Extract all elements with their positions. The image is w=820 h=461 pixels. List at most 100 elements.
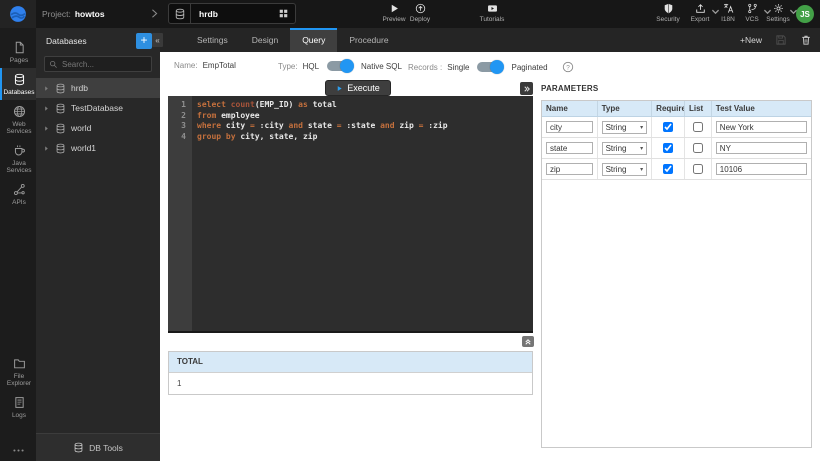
code-token: (EMP_ID) <box>255 100 298 109</box>
param-type-select[interactable]: String▾ <box>602 163 648 176</box>
database-name: hrdb <box>71 83 88 93</box>
rail-bottom-items: File Explorer Logs <box>0 352 36 423</box>
records-label: Records : <box>408 63 442 72</box>
param-list-checkbox[interactable] <box>693 143 703 153</box>
code-token: select <box>197 100 231 109</box>
param-name-input[interactable] <box>546 121 593 133</box>
db-tools-button[interactable]: DB Tools <box>36 433 160 461</box>
code-token: count <box>231 100 255 109</box>
db-icon <box>13 73 26 86</box>
type-option-native-sql[interactable]: Native SQL <box>361 62 402 71</box>
sql-editor[interactable]: 1234 select count(EMP_ID) as totalfrom e… <box>168 96 533 333</box>
line-number: 2 <box>168 111 186 122</box>
param-type-cell: String▾ <box>598 138 653 158</box>
code-line: from employee <box>197 111 533 122</box>
param-name-input[interactable] <box>546 142 593 154</box>
topbar-action-settings[interactable]: Settings <box>762 3 794 23</box>
rail-item-label: Java Services <box>2 160 36 174</box>
rail-item-web-services[interactable]: Web Services <box>0 100 36 139</box>
database-icon <box>55 123 66 134</box>
topbar-action-label: VCS <box>745 16 758 23</box>
tab-settings[interactable]: Settings <box>185 28 240 52</box>
project-label: Project: <box>42 9 71 19</box>
topbar-action-tutorials[interactable]: Tutorials <box>476 3 508 23</box>
topbar-action-label: I18N <box>721 16 735 23</box>
line-number: 1 <box>168 100 186 111</box>
database-tree-item-hrdb[interactable]: hrdb <box>36 78 160 98</box>
editor-code[interactable]: select count(EMP_ID) as totalfrom employ… <box>192 96 533 143</box>
grid-icon[interactable] <box>278 8 289 19</box>
param-list-cell <box>685 138 712 158</box>
rail-item-java-services[interactable]: Java Services <box>0 139 36 178</box>
save-icon[interactable] <box>775 34 787 46</box>
type-toggle[interactable] <box>327 61 353 71</box>
param-test-value-input[interactable] <box>716 142 807 154</box>
topbar-action-label: Tutorials <box>480 16 505 23</box>
database-selector[interactable]: hrdb <box>168 3 296 24</box>
execute-button[interactable]: Execute <box>325 80 391 96</box>
param-type-select[interactable]: String▾ <box>602 142 648 155</box>
code-token: employee <box>216 111 259 120</box>
database-search[interactable] <box>44 56 152 72</box>
database-tree-item-world1[interactable]: world1 <box>36 138 160 158</box>
param-list-cell <box>685 159 712 179</box>
toggle-knob <box>340 59 354 73</box>
rail-item-file-explorer[interactable]: File Explorer <box>0 352 36 391</box>
column-header-test-value: Test Value <box>712 101 811 116</box>
search-input[interactable] <box>62 60 147 69</box>
more-options-button[interactable] <box>0 444 36 457</box>
param-required-checkbox[interactable] <box>663 122 673 132</box>
tab-design[interactable]: Design <box>240 28 290 52</box>
rail-item-pages[interactable]: Pages <box>0 36 36 68</box>
topbar-action-security[interactable]: Security <box>652 3 684 23</box>
rail-item-apis[interactable]: APIs <box>0 178 36 210</box>
param-name-cell <box>542 159 598 179</box>
collapse-results-button[interactable] <box>522 336 534 347</box>
param-required-checkbox[interactable] <box>663 164 673 174</box>
param-type-select[interactable]: String▾ <box>602 121 648 134</box>
param-list-checkbox[interactable] <box>693 164 703 174</box>
records-toggle[interactable] <box>477 62 503 72</box>
param-name-input[interactable] <box>546 163 593 175</box>
dots-icon <box>12 444 25 457</box>
database-icon <box>55 83 66 94</box>
param-required-checkbox[interactable] <box>663 143 673 153</box>
app-logo[interactable] <box>0 0 36 28</box>
new-query-button[interactable]: +New <box>740 35 762 45</box>
tab-query[interactable]: Query <box>290 28 337 52</box>
rail-item-databases[interactable]: Databases <box>0 68 36 100</box>
param-row: String▾ <box>542 159 811 180</box>
code-token: where <box>197 121 221 130</box>
toggle-knob <box>490 60 504 74</box>
param-test-value-input[interactable] <box>716 163 807 175</box>
type-option-hql[interactable]: HQL <box>303 62 319 71</box>
collapse-panel-button[interactable]: « <box>152 33 163 47</box>
video-icon <box>487 3 498 14</box>
expand-parameters-button[interactable] <box>520 82 533 95</box>
rail-item-label: Logs <box>2 412 36 419</box>
user-avatar[interactable]: JS <box>796 5 814 23</box>
editor-gutter: 1234 <box>168 96 192 331</box>
records-option-paginated[interactable]: Paginated <box>511 63 547 72</box>
code-token: zip <box>395 121 419 130</box>
param-list-checkbox[interactable] <box>693 122 703 132</box>
help-icon[interactable]: ? <box>562 61 574 73</box>
database-tree-item-world[interactable]: world <box>36 118 160 138</box>
param-type-cell: String▾ <box>598 117 653 137</box>
database-tree: hrdb TestDatabaseworldworld1 <box>36 78 160 158</box>
records-option-single[interactable]: Single <box>447 63 469 72</box>
tab-procedure[interactable]: Procedure <box>337 28 400 52</box>
topbar-action-label: Deploy <box>410 16 430 23</box>
code-token: state <box>303 121 337 130</box>
topbar-action-deploy[interactable]: Deploy <box>404 3 436 23</box>
query-name-value[interactable]: EmpTotal <box>203 61 236 70</box>
database-tree-item-testdatabase[interactable]: TestDatabase <box>36 98 160 118</box>
topbar-action-label: Security <box>656 16 679 23</box>
rail-item-logs[interactable]: Logs <box>0 391 36 423</box>
param-test-value-input[interactable] <box>716 121 807 133</box>
page-icon <box>13 41 26 54</box>
code-token: and <box>380 121 394 130</box>
delete-icon[interactable] <box>800 34 812 46</box>
add-database-button[interactable]: + <box>136 33 152 49</box>
rail-top-items: PagesDatabasesWeb Services Java Services A… <box>0 28 36 210</box>
